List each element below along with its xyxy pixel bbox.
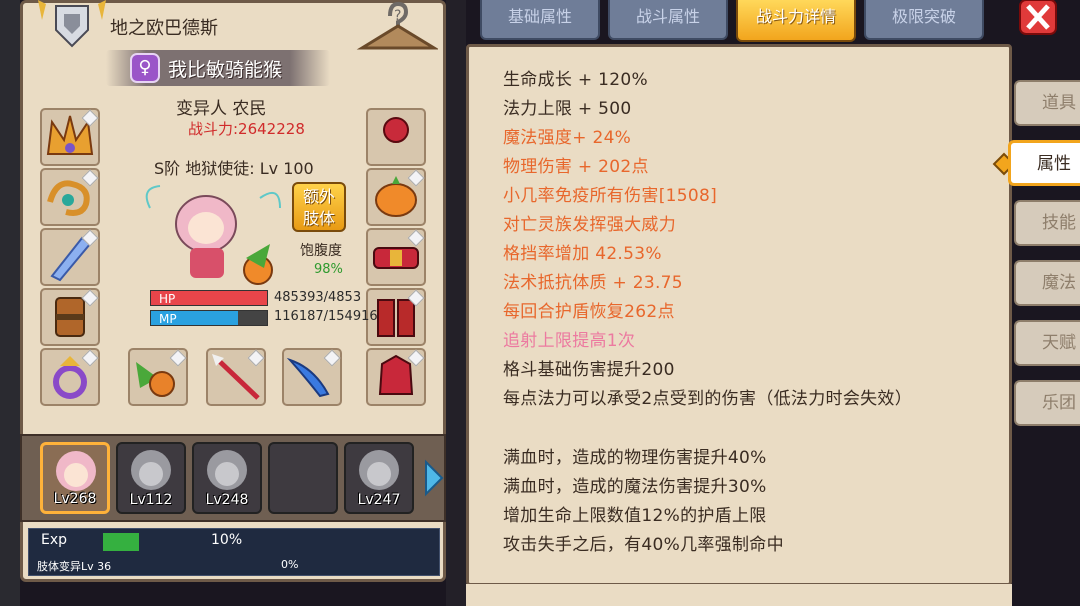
party-member-1[interactable]: Lv268: [40, 442, 110, 514]
party-member-2[interactable]: Lv112: [116, 442, 186, 514]
slot-gloves[interactable]: [366, 348, 426, 406]
background-divider: [446, 0, 466, 606]
svg-text:?: ?: [394, 8, 401, 24]
hp-value: 485393/4853: [274, 290, 362, 305]
side-nav-item-4[interactable]: 魔法: [1014, 260, 1080, 306]
stat-line: 生命成长 + 120%: [503, 70, 648, 90]
stat-line: 每点法力可以承受2点受到的伤害（低法力时会失效）: [503, 389, 913, 409]
party-member-level: Lv268: [53, 491, 97, 507]
member-portrait-icon: [56, 451, 96, 491]
close-icon[interactable]: [1016, 0, 1060, 36]
slot-body[interactable]: [40, 288, 100, 346]
extra-limb-label-1: 额外: [302, 187, 335, 206]
slot-fish[interactable]: [282, 348, 342, 406]
stat-line: 追射上限提高1次: [503, 331, 636, 351]
stat-line: 攻击失手之后，有40%几率强制命中: [503, 535, 784, 555]
extra-limb-button[interactable]: 额外 肢体: [292, 182, 346, 232]
tab-3[interactable]: 战斗力详情: [736, 0, 856, 42]
mp-label: MP: [159, 312, 177, 326]
party-member-4[interactable]: [268, 442, 338, 514]
title-bar: ♀ 我比敏骑能猴: [106, 50, 330, 86]
hp-bar: HP: [150, 290, 268, 306]
member-portrait-icon: [359, 450, 399, 490]
slot-pumpkin[interactable]: [366, 168, 426, 226]
guild-emblem-icon: [38, 0, 106, 48]
side-nav-item-5[interactable]: 天赋: [1014, 320, 1080, 366]
party-member-level: Lv248: [205, 492, 249, 508]
stat-line: 格挡率增加 42.53%: [503, 244, 662, 264]
race-class: 变异人 农民: [176, 99, 267, 119]
slot-ring[interactable]: [40, 348, 100, 406]
stat-line: 物理伤害 + 202点: [503, 157, 649, 177]
character-title: 我比敏骑能猴: [168, 59, 283, 81]
slot-neck[interactable]: [40, 168, 100, 226]
side-nav-item-1[interactable]: 道具: [1014, 80, 1080, 126]
exp-label: Exp: [41, 532, 68, 548]
satiety-label: 饱腹度: [300, 243, 342, 259]
party-member-level: Lv247: [357, 492, 401, 508]
stat-line: 增加生命上限数值12%的护盾上限: [503, 506, 767, 526]
character-avatar: [145, 185, 281, 285]
stat-line: 格斗基础伤害提升200: [503, 360, 675, 380]
slot-weapon[interactable]: [40, 228, 100, 286]
mp-bar: MP: [150, 310, 268, 326]
background-left: [0, 0, 20, 606]
demon-mask-icon: [383, 117, 409, 143]
exp-percent: 10%: [211, 532, 243, 548]
character-name: 地之欧巴德斯: [110, 18, 218, 39]
stat-line: 法术抵抗体质 + 23.75: [503, 273, 683, 293]
slot-spear[interactable]: [206, 348, 266, 406]
hp-label: HP: [159, 292, 176, 306]
slot-mask[interactable]: [366, 108, 426, 166]
stat-line: 魔法强度+ 24%: [503, 128, 632, 148]
tab-2[interactable]: 战斗属性: [608, 0, 728, 40]
chevron-right-icon[interactable]: [422, 458, 446, 498]
combat-power-detail-panel: 生命成长 + 120% 法力上限 + 500 魔法强度+ 24% 物理伤害 + 202…: [466, 44, 1012, 586]
slot-head[interactable]: [40, 108, 100, 166]
stats-panel-bottom: [466, 584, 1012, 606]
limb-mutation-label: 肢体变异Lv 36: [37, 560, 112, 573]
side-nav-item-6[interactable]: 乐团: [1014, 380, 1080, 426]
member-portrait-icon: [131, 450, 171, 490]
party-member-level: Lv112: [129, 492, 173, 508]
limb-mutation-percent: 0%: [281, 558, 299, 571]
member-portrait-icon: [207, 450, 247, 490]
stat-line: 小几率免疫所有伤害[1508]: [503, 186, 718, 206]
rank-level: S阶 地狱使徒: Lv 100: [154, 159, 314, 178]
stat-line: 法力上限 + 500: [503, 99, 632, 119]
stat-line: 对亡灵族发挥强大威力: [503, 215, 676, 235]
party-member-5[interactable]: Lv247: [344, 442, 414, 514]
side-nav-item-3[interactable]: 技能: [1014, 200, 1080, 246]
exp-bar-fill: [103, 533, 139, 551]
stat-line: 每回合护盾恢复262点: [503, 302, 675, 322]
exp-block: Exp 10% 肢体变异Lv 36 0%: [28, 528, 440, 576]
slot-offhand[interactable]: [128, 348, 188, 406]
mp-value: 116187/154916: [274, 309, 378, 324]
slot-belt[interactable]: [366, 228, 426, 286]
combat-power: 战斗力:2642228: [188, 120, 305, 138]
tab-1[interactable]: 基础属性: [480, 0, 600, 40]
party-member-3[interactable]: Lv248: [192, 442, 262, 514]
stat-line: 满血时，造成的魔法伤害提升30%: [503, 477, 767, 497]
extra-limb-label-2: 肢体: [302, 209, 335, 228]
satiety-value: 98%: [314, 262, 343, 277]
tab-4[interactable]: 极限突破: [864, 0, 984, 40]
hanger-icon[interactable]: ?: [356, 0, 438, 54]
gender-badge: ♀: [130, 53, 160, 83]
stat-line: 满血时，造成的物理伤害提升40%: [503, 448, 767, 468]
side-nav-item-2[interactable]: 属性: [1008, 140, 1080, 186]
